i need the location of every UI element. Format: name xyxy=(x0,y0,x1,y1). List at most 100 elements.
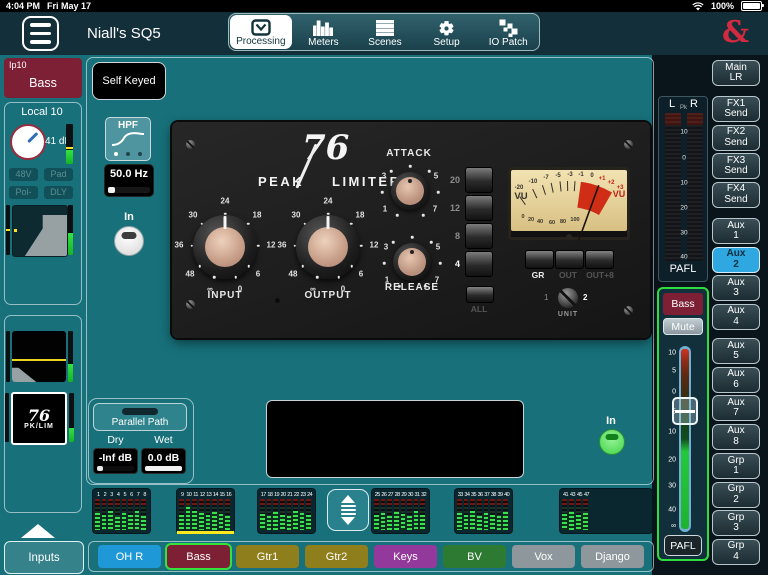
panel-led xyxy=(275,298,280,303)
hpf-frequency-box[interactable]: 50.0 Hz xyxy=(104,164,154,197)
tab-processing[interactable]: Processing xyxy=(230,15,292,49)
phantom-48v-button[interactable]: 48V xyxy=(9,168,38,181)
tab-setup[interactable]: Setup xyxy=(416,14,478,50)
channel-select-button[interactable]: Django xyxy=(581,545,644,568)
bus-button-grp-2[interactable]: Grp2 xyxy=(712,482,760,508)
self-keyed-button[interactable]: Self Keyed xyxy=(92,62,166,100)
dry-level-box[interactable]: -Inf dB xyxy=(93,448,138,474)
unit-selector-knob[interactable] xyxy=(558,288,578,308)
wet-level-box[interactable]: 0.0 dB xyxy=(141,448,186,474)
release-knob[interactable] xyxy=(393,243,431,281)
dry-slider[interactable] xyxy=(97,466,134,471)
limiter-in-led-button[interactable] xyxy=(599,429,625,455)
fader-scale-label: 20 xyxy=(659,457,676,464)
ratio-button-20[interactable] xyxy=(465,167,493,193)
bus-button-aux-6[interactable]: Aux6 xyxy=(712,367,760,393)
bus-button-line1: Grp xyxy=(728,484,745,495)
bus-button-aux-8[interactable]: Aux8 xyxy=(712,424,760,450)
channel-meter xyxy=(212,499,217,530)
vu-mode-gr-button[interactable] xyxy=(525,250,554,269)
channel-select-button[interactable]: Bass xyxy=(167,545,230,568)
meter-bank-scroll-button[interactable] xyxy=(327,489,369,531)
current-channel-badge[interactable]: Ip10 Bass xyxy=(4,58,82,98)
knob-scale-label: 48 xyxy=(289,270,298,279)
channel-number: 38 xyxy=(490,492,497,498)
channel-select-button[interactable]: Keys xyxy=(374,545,437,568)
meter-peak-zone xyxy=(122,499,127,505)
compressor-thumbnail[interactable] xyxy=(12,331,66,382)
collapse-arrow[interactable] xyxy=(21,524,55,538)
meter-bank[interactable]: 41434547 xyxy=(560,489,652,533)
vu-mode-out-button[interactable] xyxy=(555,250,584,269)
meter-level xyxy=(300,513,305,530)
channel-meter xyxy=(464,499,469,530)
tab-meters[interactable]: Meters xyxy=(293,14,355,50)
polarity-button[interactable]: Pol- xyxy=(9,186,38,199)
vu-mode-out8-label: OUT+8 xyxy=(579,270,621,280)
knob-scale-dot xyxy=(294,244,297,247)
meter-bank[interactable]: 2526272829303132 xyxy=(372,489,429,533)
gain-knob[interactable] xyxy=(10,124,46,160)
ratio-all-button[interactable] xyxy=(466,286,494,303)
ratio-button-12[interactable] xyxy=(465,195,493,221)
bus-button-aux-1[interactable]: Aux1 xyxy=(712,218,760,244)
sidechain-hpf-button[interactable]: HPF xyxy=(105,117,151,161)
meter-bank[interactable]: 910111213141516 xyxy=(177,489,234,533)
meter-peak-zone xyxy=(102,499,107,505)
hamburger-menu-button[interactable] xyxy=(22,16,59,51)
channel-select-button[interactable]: OH R xyxy=(98,545,161,568)
knob-scale-label: 18 xyxy=(253,211,262,220)
ratio-button-8[interactable] xyxy=(465,223,493,249)
channel-number: 19 xyxy=(273,492,280,498)
processing-icon xyxy=(251,18,271,36)
bus-button-aux-5[interactable]: Aux5 xyxy=(712,338,760,364)
bus-button-fx2-send[interactable]: FX2Send xyxy=(712,125,760,151)
tab-io-patch[interactable]: IO Patch xyxy=(477,14,539,50)
meter-bank[interactable]: 12345678 xyxy=(93,489,150,533)
bus-button-grp-4[interactable]: Grp4 xyxy=(712,539,760,565)
channel-select-button[interactable]: BV xyxy=(443,545,506,568)
sidechain-in-toggle[interactable] xyxy=(114,226,144,256)
channel-select-button[interactable]: Vox xyxy=(512,545,575,568)
channel-select-button[interactable]: Gtr1 xyxy=(236,545,299,568)
vu-mode-out8-button[interactable] xyxy=(585,250,614,269)
channel-number: 28 xyxy=(394,492,401,498)
mute-button[interactable]: Mute xyxy=(663,318,703,335)
bus-button-fx3-send[interactable]: FX3Send xyxy=(712,153,760,179)
delay-button[interactable]: DLY xyxy=(44,186,73,199)
ratio-button-4[interactable] xyxy=(465,251,493,277)
hpf-frequency-slider[interactable] xyxy=(108,187,150,193)
bus-button-aux-3[interactable]: Aux3 xyxy=(712,275,760,301)
bus-button-aux-4[interactable]: Aux4 xyxy=(712,304,760,330)
meter-bank[interactable]: 3334353637383940 xyxy=(455,489,512,533)
meter-bank[interactable]: 1718192021222324 xyxy=(258,489,315,533)
meter-level xyxy=(470,511,475,530)
inputs-bank-button[interactable]: Inputs xyxy=(4,541,84,574)
pad-button[interactable]: Pad xyxy=(44,168,73,181)
channel-select-button[interactable]: Gtr2 xyxy=(305,545,368,568)
scroll-up-icon xyxy=(341,495,355,503)
app-header: Niall's SQ5 Processing Meters Scenes xyxy=(0,12,768,55)
wet-slider[interactable] xyxy=(145,466,182,471)
parallel-path-button[interactable]: Parallel Path xyxy=(93,403,187,431)
knob-scale-label: 12 xyxy=(267,241,276,250)
meter-level xyxy=(503,512,508,530)
bus-button-grp-3[interactable]: Grp3 xyxy=(712,510,760,536)
pafl-button[interactable]: PAFL xyxy=(664,535,702,556)
bus-button-grp-1[interactable]: Grp1 xyxy=(712,453,760,479)
bus-button-aux-7[interactable]: Aux7 xyxy=(712,395,760,421)
tab-scenes[interactable]: Scenes xyxy=(354,14,416,50)
bus-button-fx4-send[interactable]: FX4Send xyxy=(712,182,760,208)
bus-button-aux-2[interactable]: Aux2 xyxy=(712,247,760,273)
pk76-in-meter xyxy=(5,393,9,442)
bus-button-fx1-send[interactable]: FX1Send xyxy=(712,96,760,122)
attack-label: ATTACK xyxy=(369,148,449,159)
channel-meter xyxy=(484,499,489,530)
channel-number: 47 xyxy=(583,492,590,498)
attack-knob[interactable] xyxy=(391,172,429,210)
gate-thumbnail[interactable] xyxy=(12,205,68,257)
pk76-limiter-thumbnail-selected[interactable]: 76 PK/LIM xyxy=(11,392,67,445)
bus-button-main-lr[interactable]: MainLR xyxy=(712,60,760,86)
channel-number: 8 xyxy=(141,492,148,498)
bus-button-line2: 1 xyxy=(733,466,739,477)
